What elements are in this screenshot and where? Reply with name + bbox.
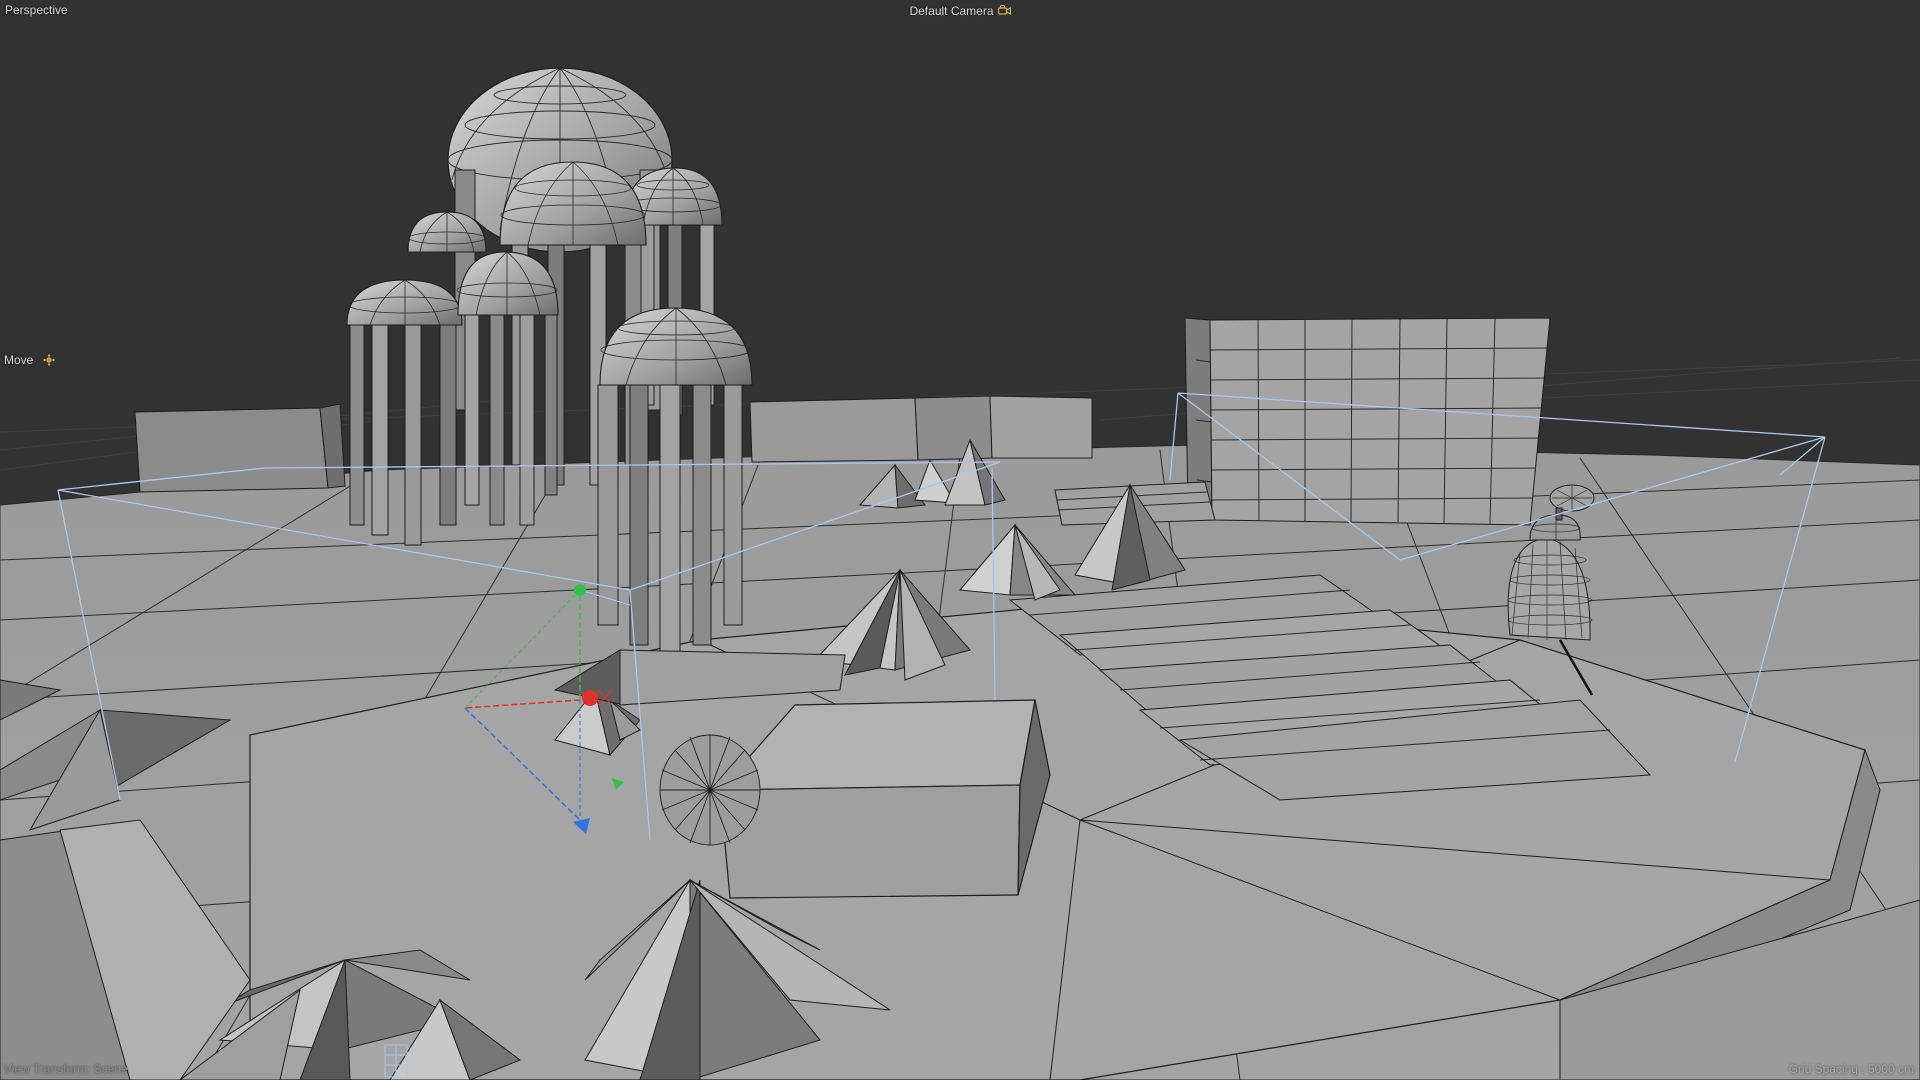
active-tool-label: Move <box>4 352 34 367</box>
gizmo-x-handle[interactable] <box>582 690 598 706</box>
grid-wall-panel[interactable] <box>1184 317 1551 526</box>
camera-name-label[interactable]: Default Camera <box>909 4 993 18</box>
move-tool-icon[interactable] <box>43 353 56 366</box>
disc-mesh[interactable] <box>659 734 761 846</box>
scene-canvas[interactable] <box>0 0 1920 1080</box>
camera-lock-icon[interactable] <box>997 5 1011 16</box>
dome-left-front[interactable] <box>346 279 463 546</box>
gizmo-y-handle[interactable] <box>574 584 586 596</box>
3d-viewport[interactable]: Perspective Default Camera Move View Tra… <box>0 0 1920 1080</box>
camera-indicator: Default Camera <box>0 3 1920 18</box>
active-tool-indicator: Move <box>4 352 56 367</box>
view-transform-label: View Transform: Scene <box>4 1062 128 1076</box>
grid-spacing-label: Grid Spacing : 5000 cm <box>1788 1062 1914 1076</box>
